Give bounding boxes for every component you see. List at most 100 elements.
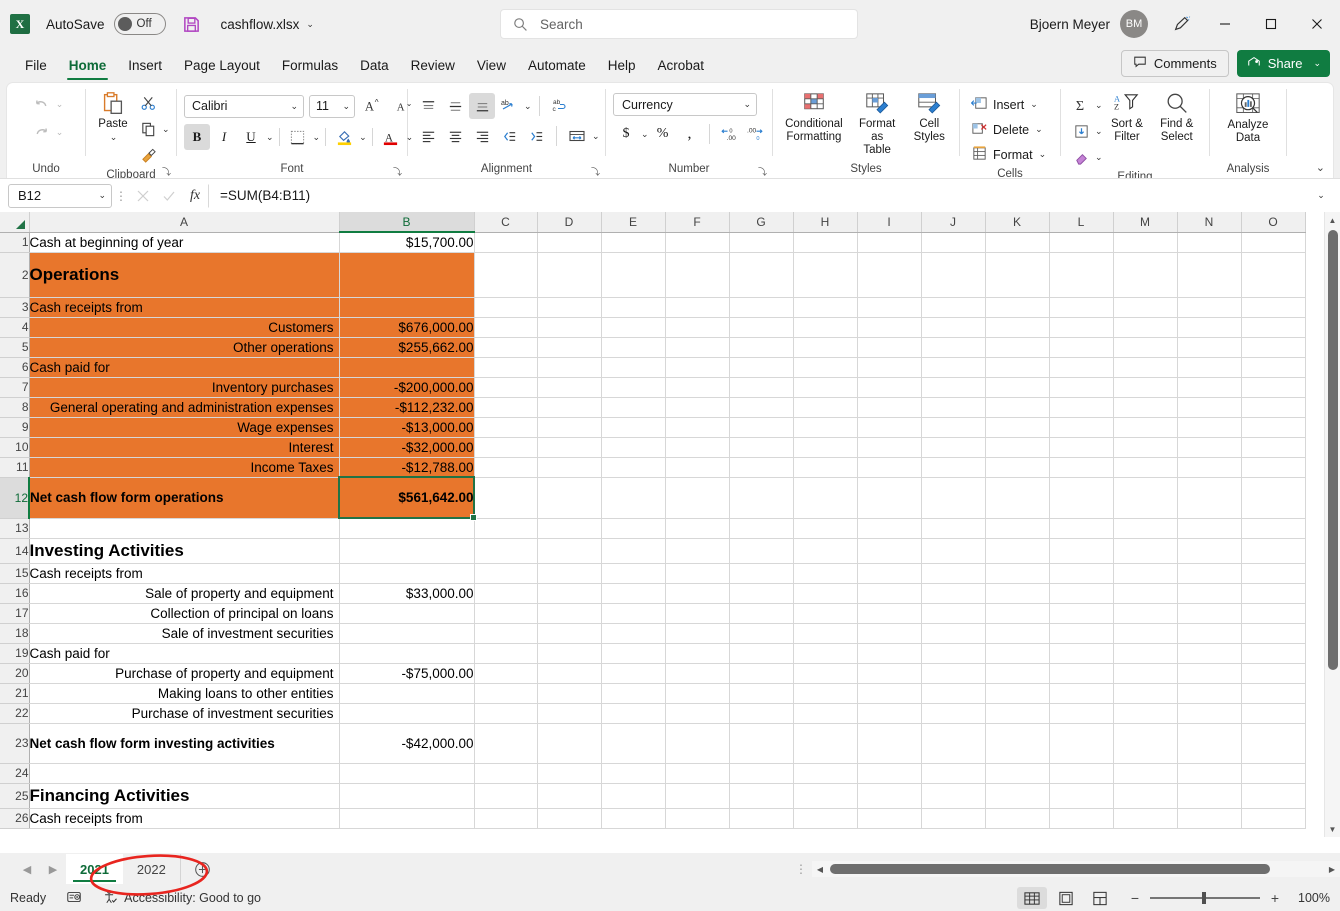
row-header-14[interactable]: 14 <box>0 538 30 564</box>
cell-D12[interactable] <box>537 477 602 519</box>
cell-E9[interactable] <box>601 417 666 438</box>
cell-O7[interactable] <box>1241 377 1306 398</box>
cell-A4[interactable]: Customers <box>29 317 340 338</box>
cell-N13[interactable] <box>1177 518 1242 539</box>
cell-G2[interactable] <box>729 252 794 298</box>
share-chevron-down-icon[interactable]: ⌄ <box>1313 58 1321 69</box>
cell-D10[interactable] <box>537 437 602 458</box>
cell-F24[interactable] <box>665 763 730 784</box>
cell-K9[interactable] <box>985 417 1050 438</box>
cell-K10[interactable] <box>985 437 1050 458</box>
cell-H13[interactable] <box>793 518 858 539</box>
cell-G16[interactable] <box>729 583 794 604</box>
cell-G15[interactable] <box>729 563 794 584</box>
horizontal-scrollbar[interactable]: ◀ ▶ <box>812 861 1340 877</box>
cell-A20[interactable]: Purchase of property and equipment <box>29 663 340 684</box>
cell-F5[interactable] <box>665 337 730 358</box>
cell-M11[interactable] <box>1113 457 1178 478</box>
cell-J11[interactable] <box>921 457 986 478</box>
cell-I22[interactable] <box>857 703 922 724</box>
cell-F1[interactable] <box>665 232 730 253</box>
page-layout-view-icon[interactable] <box>1051 887 1081 909</box>
cell-C15[interactable] <box>474 563 538 584</box>
cell-M9[interactable] <box>1113 417 1178 438</box>
cell-D15[interactable] <box>537 563 602 584</box>
cell-N4[interactable] <box>1177 317 1242 338</box>
cell-J26[interactable] <box>921 808 986 829</box>
cell-L8[interactable] <box>1049 397 1114 418</box>
cell-J17[interactable] <box>921 603 986 624</box>
clear-eraser-icon[interactable] <box>1068 144 1094 170</box>
save-icon[interactable] <box>181 13 203 35</box>
cell-B4[interactable]: $676,000.00 <box>339 317 475 338</box>
copy-icon[interactable] <box>135 116 161 142</box>
record-macro-button[interactable] <box>66 889 82 908</box>
cell-G6[interactable] <box>729 357 794 378</box>
cell-D17[interactable] <box>537 603 602 624</box>
ribbon-display-options-icon[interactable] <box>1162 7 1202 41</box>
cell-A11[interactable]: Income Taxes <box>29 457 340 478</box>
align-middle-icon[interactable] <box>442 93 468 119</box>
cell-H25[interactable] <box>793 783 858 809</box>
cell-E15[interactable] <box>601 563 666 584</box>
underline-button[interactable]: U <box>238 124 264 150</box>
cell-H2[interactable] <box>793 252 858 298</box>
name-box-chevron-down-icon[interactable]: ⌄ <box>98 190 106 201</box>
cell-G9[interactable] <box>729 417 794 438</box>
cell-D11[interactable] <box>537 457 602 478</box>
cell-G3[interactable] <box>729 297 794 318</box>
cell-J7[interactable] <box>921 377 986 398</box>
cell-L21[interactable] <box>1049 683 1114 704</box>
delete-chevron-down-icon[interactable]: ⌄ <box>1035 124 1043 135</box>
cell-A15[interactable]: Cash receipts from <box>29 563 340 584</box>
column-header-b[interactable]: B <box>339 212 475 233</box>
cell-I25[interactable] <box>857 783 922 809</box>
cell-K13[interactable] <box>985 518 1050 539</box>
cell-J25[interactable] <box>921 783 986 809</box>
close-button[interactable] <box>1294 0 1340 48</box>
tab-data[interactable]: Data <box>349 52 400 82</box>
cell-A10[interactable]: Interest <box>29 437 340 458</box>
cell-L20[interactable] <box>1049 663 1114 684</box>
cell-E13[interactable] <box>601 518 666 539</box>
autosum-chevron-down-icon[interactable]: ⌄ <box>1095 100 1103 111</box>
accounting-number-format-icon[interactable]: $ <box>613 121 639 147</box>
cell-B22[interactable] <box>339 703 475 724</box>
underline-chevron-down-icon[interactable]: ⌄ <box>266 132 274 143</box>
cell-O4[interactable] <box>1241 317 1306 338</box>
tab-page-layout[interactable]: Page Layout <box>173 52 271 82</box>
cell-I17[interactable] <box>857 603 922 624</box>
cell-H14[interactable] <box>793 538 858 564</box>
row-header-12[interactable]: 12 <box>0 477 30 519</box>
cell-A9[interactable]: Wage expenses <box>29 417 340 438</box>
column-header-o[interactable]: O <box>1241 212 1306 233</box>
tab-file[interactable]: File <box>14 52 58 82</box>
row-header-23[interactable]: 23 <box>0 723 30 764</box>
cell-B13[interactable] <box>339 518 475 539</box>
cell-J3[interactable] <box>921 297 986 318</box>
cell-O12[interactable] <box>1241 477 1306 519</box>
cell-F19[interactable] <box>665 643 730 664</box>
cell-L23[interactable] <box>1049 723 1114 764</box>
cell-C7[interactable] <box>474 377 538 398</box>
cell-A21[interactable]: Making loans to other entities <box>29 683 340 704</box>
cell-D21[interactable] <box>537 683 602 704</box>
cell-M18[interactable] <box>1113 623 1178 644</box>
cell-O1[interactable] <box>1241 232 1306 253</box>
fill-color-chevron-down-icon[interactable]: ⌄ <box>359 132 367 143</box>
accessibility-status[interactable]: Accessibility: Good to go <box>102 889 261 908</box>
row-header-22[interactable]: 22 <box>0 703 30 724</box>
conditional-formatting-button[interactable]: Conditional Formatting <box>780 89 848 144</box>
cell-K1[interactable] <box>985 232 1050 253</box>
cell-N2[interactable] <box>1177 252 1242 298</box>
cell-K6[interactable] <box>985 357 1050 378</box>
cell-K21[interactable] <box>985 683 1050 704</box>
cell-M7[interactable] <box>1113 377 1178 398</box>
tab-help[interactable]: Help <box>597 52 647 82</box>
cell-O2[interactable] <box>1241 252 1306 298</box>
cell-M14[interactable] <box>1113 538 1178 564</box>
cell-G10[interactable] <box>729 437 794 458</box>
cell-O3[interactable] <box>1241 297 1306 318</box>
cell-F18[interactable] <box>665 623 730 644</box>
cell-B11[interactable]: -$12,788.00 <box>339 457 475 478</box>
